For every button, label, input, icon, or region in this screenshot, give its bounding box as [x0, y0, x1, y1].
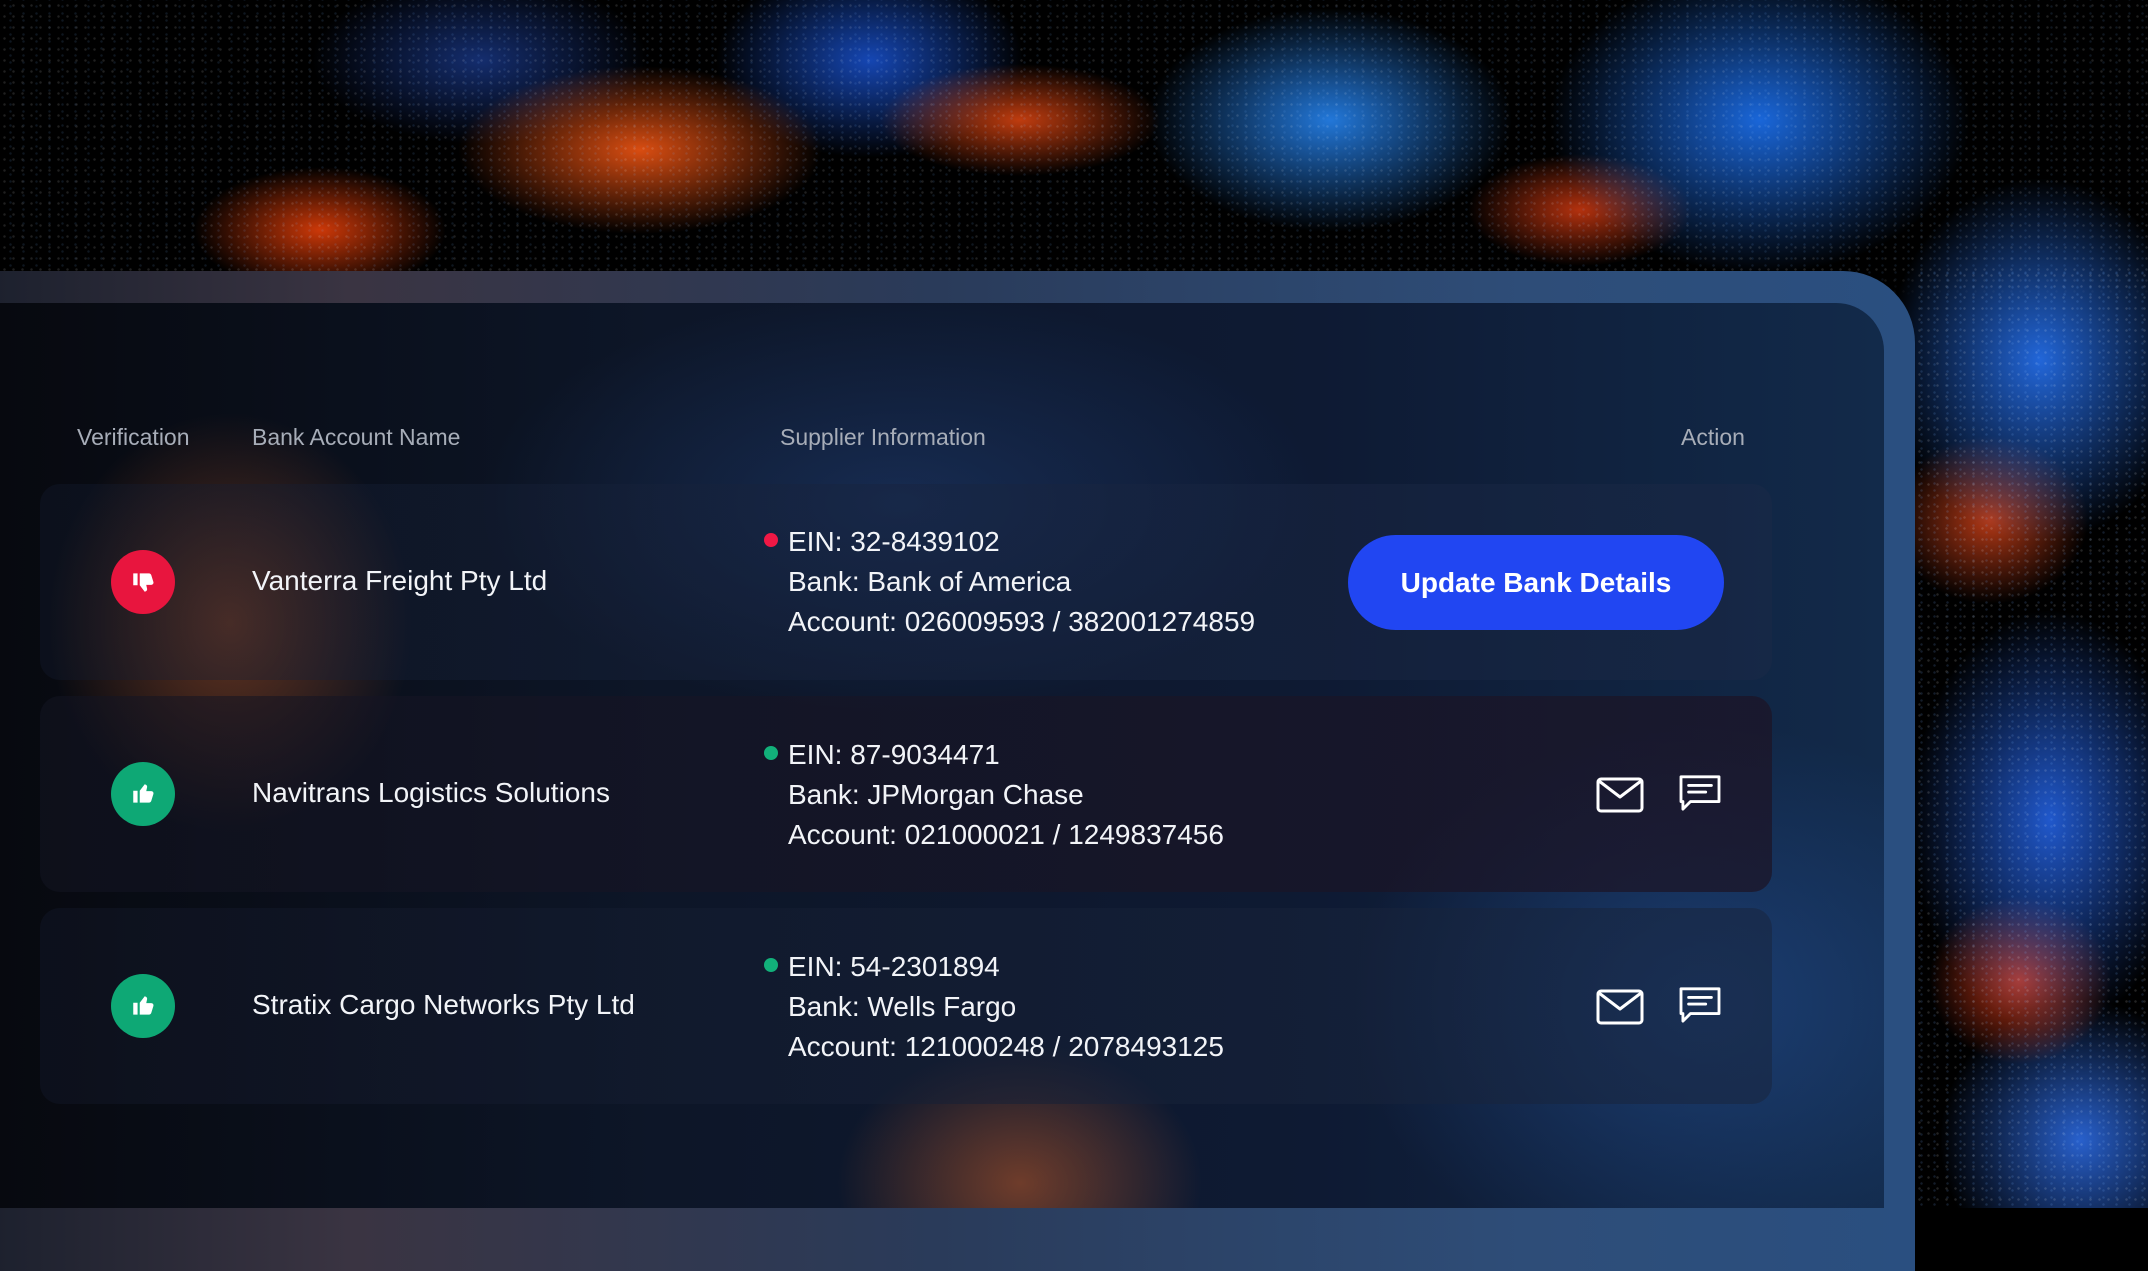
update-bank-details-button[interactable]: Update Bank Details: [1348, 535, 1724, 630]
supplier-account: Account: 026009593 / 382001274859: [788, 606, 1256, 637]
bank-account-name: Stratix Cargo Networks Pty Ltd: [252, 989, 635, 1020]
status-dot: [764, 746, 778, 760]
header-supplier-information: Supplier Information: [780, 424, 986, 450]
supplier-account: Account: 021000021 / 1249837456: [788, 819, 1224, 850]
thumbs-up-icon: [111, 762, 175, 826]
header-bank-account-name: Bank Account Name: [252, 424, 461, 450]
bank-account-name: Navitrans Logistics Solutions: [252, 777, 610, 808]
header-action: Action: [1681, 424, 1745, 450]
message-icon[interactable]: [1675, 773, 1725, 813]
status-dot: [764, 958, 778, 972]
supplier-bank: Bank: Wells Fargo: [788, 991, 1017, 1022]
bank-account-name: Vanterra Freight Pty Ltd: [252, 565, 548, 596]
supplier-ein: EIN: 87-9034471: [788, 739, 1000, 770]
background-artwork-edge: [1915, 270, 2148, 1208]
supplier-bank: Bank: JPMorgan Chase: [788, 779, 1084, 810]
status-dot: [764, 533, 778, 547]
supplier-bank: Bank: Bank of America: [788, 566, 1072, 597]
thumbs-down-icon: [111, 550, 175, 614]
supplier-ein: EIN: 54-2301894: [788, 951, 1000, 982]
mail-icon[interactable]: [1595, 775, 1645, 815]
mail-icon[interactable]: [1595, 987, 1645, 1027]
supplier-account: Account: 121000248 / 2078493125: [788, 1031, 1224, 1062]
message-icon[interactable]: [1675, 985, 1725, 1025]
thumbs-up-icon: [111, 974, 175, 1038]
supplier-ein: EIN: 32-8439102: [788, 526, 1000, 557]
header-verification: Verification: [77, 424, 190, 450]
